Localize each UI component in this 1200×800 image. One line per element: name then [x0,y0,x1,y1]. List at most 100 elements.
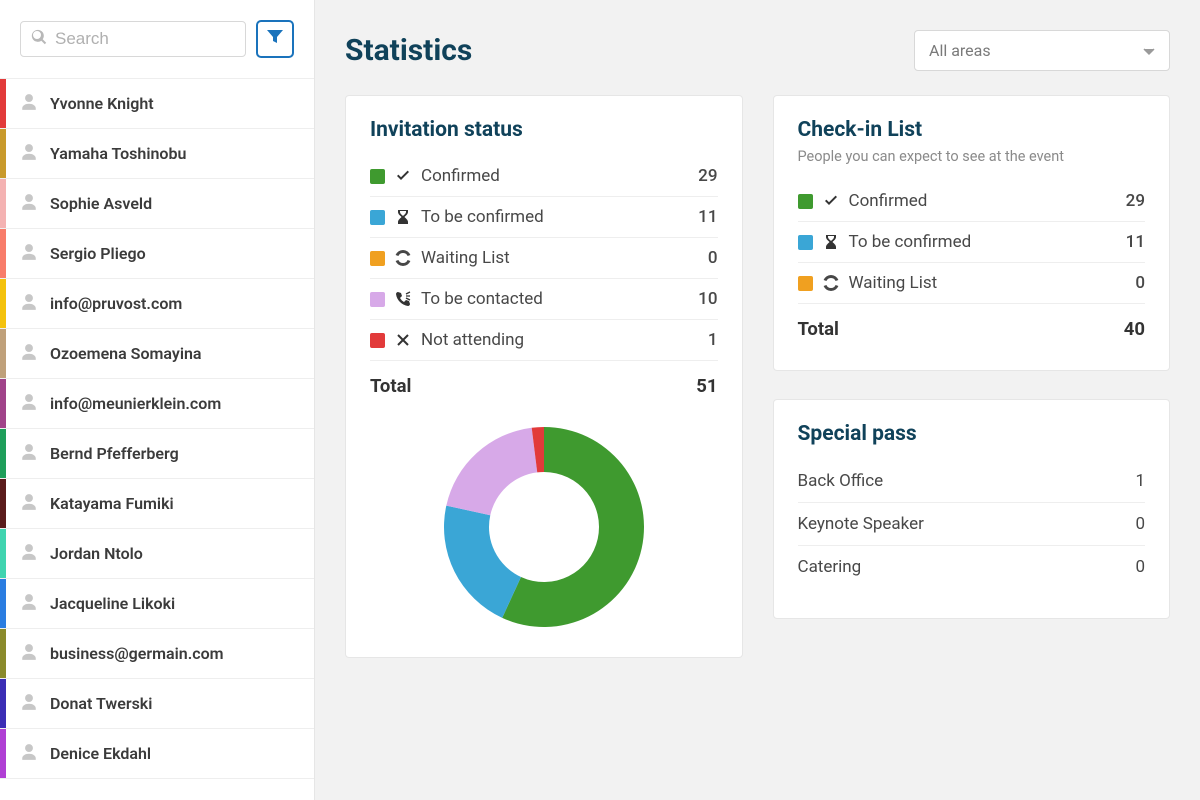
person-row[interactable]: Katayama Fumiki [0,479,314,529]
person-color-bar [0,729,6,778]
stat-row: Waiting List 0 [370,238,718,279]
hourglass-icon [823,234,839,250]
person-row[interactable]: Jordan Ntolo [0,529,314,579]
stat-row: To be confirmed11 [370,197,718,238]
check-icon [395,168,411,184]
person-row[interactable]: Donat Twerski [0,679,314,729]
person-row[interactable]: info@meunierklein.com [0,379,314,429]
stat-label: Waiting List [849,273,938,293]
person-color-bar [0,79,6,128]
phone-icon [395,291,411,307]
person-name: info@meunierklein.com [50,394,221,413]
invitation-total-row: Total 51 [370,360,718,397]
spinner-icon [395,250,411,266]
stat-value: 10 [698,289,717,309]
person-color-bar [0,629,6,678]
invitation-card-title: Invitation status [370,118,718,142]
stat-color-swatch [370,251,385,266]
stat-label: Not attending [421,330,524,350]
search-box[interactable] [20,21,246,57]
stat-row: Confirmed29 [370,156,718,197]
person-color-bar [0,329,6,378]
stat-color-swatch [370,169,385,184]
pass-value: 1 [1135,471,1145,491]
person-row[interactable]: Bernd Pfefferberg [0,429,314,479]
special-pass-card: Special pass Back Office1Keynote Speaker… [773,399,1171,619]
person-icon [20,193,38,215]
filter-icon [267,30,283,48]
stat-value: 0 [708,248,718,268]
pass-row: Keynote Speaker0 [798,503,1146,546]
person-icon [20,143,38,165]
check-icon [823,193,839,209]
pass-label: Catering [798,557,862,577]
stat-row: Confirmed29 [798,181,1146,222]
person-name: info@pruvost.com [50,294,182,313]
person-name: Ozoemena Somayina [50,344,202,363]
stat-label: To be contacted [421,289,543,309]
pass-value: 0 [1135,514,1145,534]
person-color-bar [0,429,6,478]
stat-label: To be confirmed [849,232,972,252]
person-color-bar [0,579,6,628]
chevron-down-icon [1143,41,1155,60]
person-row[interactable]: Ozoemena Somayina [0,329,314,379]
stat-label: Confirmed [849,191,928,211]
stat-color-swatch [798,276,813,291]
stat-label: Waiting List [421,248,510,268]
person-icon [20,343,38,365]
person-color-bar [0,129,6,178]
person-row[interactable]: Sergio Pliego [0,229,314,279]
stat-value: 0 [1135,273,1145,293]
invitation-total-label: Total [370,375,411,397]
pass-row: Catering 0 [798,546,1146,588]
stat-value: 11 [698,207,717,227]
person-row[interactable]: Jacqueline Likoki [0,579,314,629]
person-color-bar [0,179,6,228]
special-pass-list: Back Office1Keynote Speaker0 Catering 0 [798,460,1146,588]
person-row[interactable]: Denice Ekdahl [0,729,314,779]
stat-value: 11 [1126,232,1145,252]
stat-color-swatch [370,292,385,307]
person-row[interactable]: info@pruvost.com [0,279,314,329]
invitation-status-card: Invitation status Confirmed29To be confi… [345,95,743,658]
person-row[interactable]: business@germain.com [0,629,314,679]
person-name: Yvonne Knight [50,94,154,113]
checkin-card-subtitle: People you can expect to see at the even… [798,148,1146,165]
people-list[interactable]: Yvonne Knight Yamaha Toshinobu Sophie Asve… [0,79,314,800]
person-row[interactable]: Yvonne Knight [0,79,314,129]
person-name: Sergio Pliego [50,244,146,263]
person-row[interactable]: Yamaha Toshinobu [0,129,314,179]
checkin-list-card: Check-in List People you can expect to s… [773,95,1171,371]
x-icon [395,332,411,348]
pass-row: Back Office1 [798,460,1146,503]
donut-chart-wrap [370,427,718,627]
person-icon [20,243,38,265]
person-color-bar [0,479,6,528]
sidebar: Yvonne Knight Yamaha Toshinobu Sophie Asve… [0,0,315,800]
filter-button[interactable] [256,20,294,58]
person-row[interactable]: Sophie Asveld [0,179,314,229]
spinner-icon [823,275,839,291]
person-color-bar [0,279,6,328]
stat-value: 29 [698,166,717,186]
checkin-stat-list: Confirmed29 To be confirmed 11 Waiting List… [798,181,1146,303]
person-name: Yamaha Toshinobu [50,144,186,163]
hourglass-icon [395,209,411,225]
stat-value: 1 [708,330,718,350]
stat-color-swatch [798,235,813,250]
person-icon [20,743,38,765]
person-name: Sophie Asveld [50,194,152,213]
pass-value: 0 [1135,557,1145,577]
area-select[interactable]: All areas [914,30,1170,71]
stat-row: Waiting List 0 [798,263,1146,303]
person-icon [20,543,38,565]
search-input[interactable] [55,29,235,49]
person-color-bar [0,679,6,728]
stat-color-swatch [370,333,385,348]
person-icon [20,93,38,115]
person-name: Donat Twerski [50,694,152,713]
person-icon [20,443,38,465]
person-color-bar [0,529,6,578]
person-icon [20,493,38,515]
